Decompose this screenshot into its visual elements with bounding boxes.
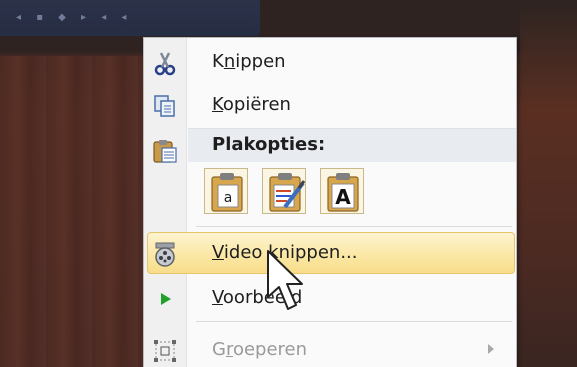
menu-item-cut[interactable]: Knippen [144,42,516,82]
svg-text:A: A [335,185,351,209]
background-wood-texture [0,56,145,367]
paste-options-label: Plakopties: [212,134,326,155]
submenu-arrow-icon [488,344,494,354]
menu-item-copy[interactable]: Kopiëren [144,85,516,125]
menu-item-trim-video[interactable]: Video knippen... [144,233,516,273]
background-right-panel [520,0,577,367]
paste-keep-source-formatting-button[interactable] [262,168,306,214]
svg-text:a: a [224,190,233,206]
video-control-icons: ◂ ▪ ◆ ▸ ◂ ◂ [16,12,133,23]
video-control-bar: ◂ ▪ ◆ ▸ ◂ ◂ [0,0,260,36]
copy-icon [152,93,178,119]
paste-source-formatting-icon [269,173,306,212]
mouse-pointer-icon [266,249,306,315]
paste-options-row: a A [204,168,404,218]
menu-separator [196,321,512,322]
clipboard-icon [152,138,178,164]
paste-destination-theme-icon: a [211,173,243,212]
paste-keep-text-only-button[interactable]: A [320,168,364,214]
menu-item-label-copy: Kopiëren [212,94,291,115]
paste-options-icon-cell [144,130,187,170]
group-icon [152,338,178,364]
play-icon [152,286,178,312]
scissors-icon [152,50,178,76]
paste-use-destination-theme-button[interactable]: a [204,168,248,214]
menu-item-preview[interactable]: Voorbeeld [144,278,516,318]
menu-item-label-group: Groeperen [212,339,308,360]
paste-text-only-icon: A [327,173,359,212]
paste-options-header: Plakopties: [188,128,516,162]
video-trim-icon [152,241,178,267]
context-menu: Knippen Kopiëren Plakopties: a A Video k… [143,37,517,367]
menu-item-label-cut: Knippen [212,51,286,72]
menu-separator [196,226,512,227]
menu-item-group[interactable]: Groeperen [144,330,516,367]
